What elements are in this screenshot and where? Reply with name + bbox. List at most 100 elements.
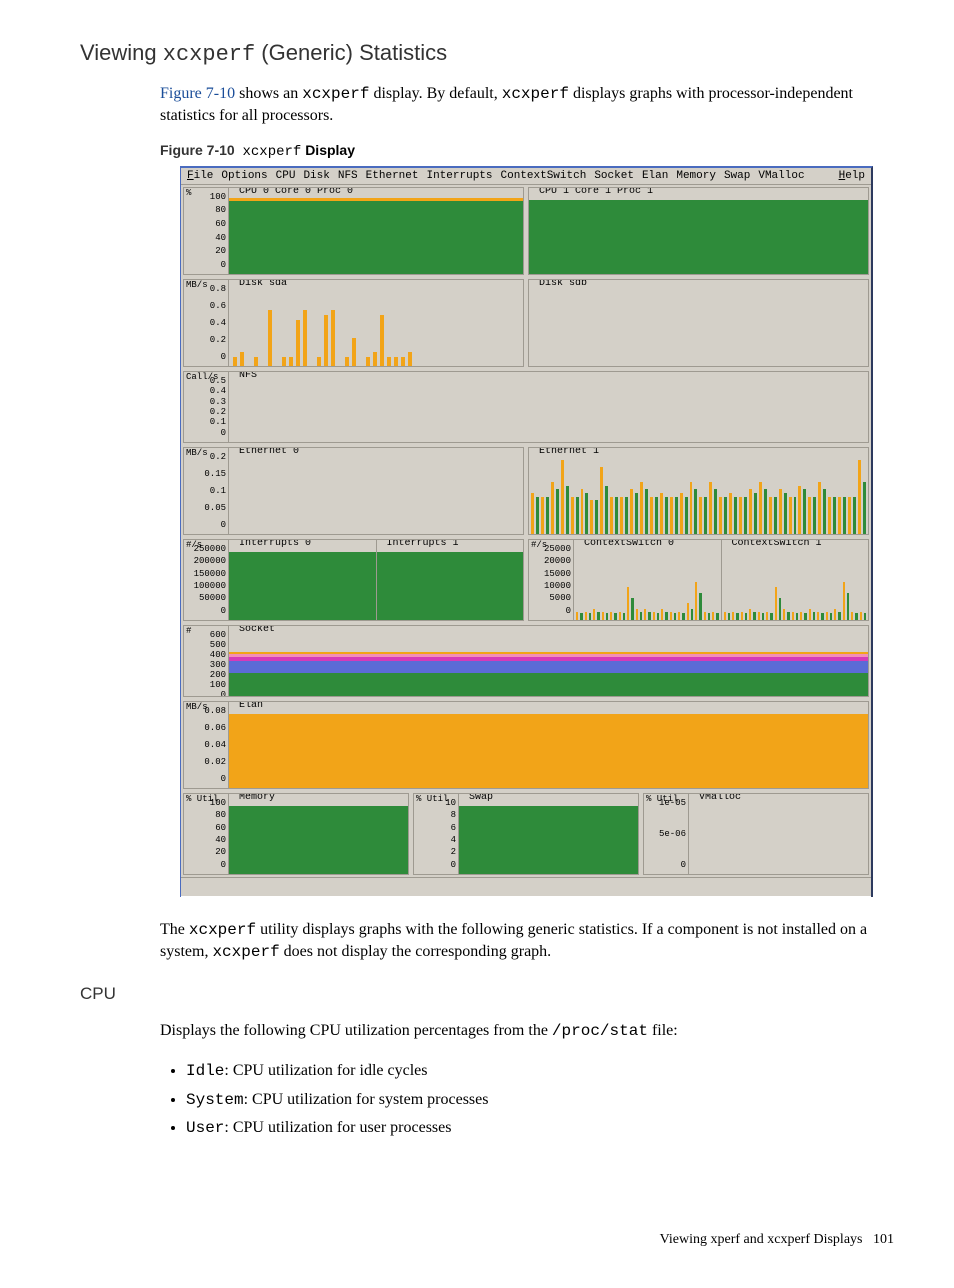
figure-code: xcxperf bbox=[242, 144, 301, 160]
bullet-user-code: User bbox=[186, 1119, 224, 1137]
menu-contextswitch[interactable]: ContextSwitch bbox=[501, 170, 587, 182]
panel-cpu0: % 100 80 60 40 20 0 CPU 0 Core 0 Proc 0 bbox=[183, 187, 524, 275]
panel-interrupts: #/s 250000 200000 150000 100000 50000 0 … bbox=[183, 539, 524, 621]
bullet-system: System: CPU utilization for system proce… bbox=[186, 1087, 894, 1114]
panel-cpu1: CPU 1 Core 1 Proc 1 bbox=[528, 187, 869, 275]
eth1-bars bbox=[529, 460, 868, 534]
figure-link[interactable]: Figure 7-10 bbox=[160, 85, 235, 102]
panel-disk-sda: MB/s 0.8 0.6 0.4 0.2 0 Disk sda bbox=[183, 279, 524, 367]
menu-vmalloc[interactable]: VMalloc bbox=[758, 170, 804, 182]
section-heading: Viewing xcxperf (Generic) Statistics bbox=[80, 40, 894, 67]
ytick: 0.15 bbox=[204, 469, 226, 479]
ytick: 40 bbox=[215, 835, 226, 845]
menu-cpu[interactable]: CPU bbox=[276, 170, 296, 182]
legend-cpu1: CPU 1 Core 1 Proc 1 bbox=[537, 187, 655, 197]
ytick: 20000 bbox=[544, 556, 571, 566]
menu-help[interactable]: HHelpelp bbox=[839, 170, 865, 182]
cpu-subheading: CPU bbox=[80, 984, 894, 1004]
ytick: 150000 bbox=[194, 569, 226, 579]
ytick: 0 bbox=[221, 520, 226, 530]
menu-options[interactable]: Options bbox=[221, 170, 267, 182]
ytick: 500 bbox=[210, 640, 226, 650]
post-fig-paragraph: The xcxperf utility displays graphs with… bbox=[160, 919, 894, 964]
ytick: 15000 bbox=[544, 569, 571, 579]
panel-nfs: Call/s 0.5 0.4 0.3 0.2 0.1 0 NFS bbox=[183, 371, 869, 443]
panel-swap: % Util 10 8 6 4 2 0 Swap bbox=[413, 793, 639, 875]
legend-csw0: ContextSwitch 0 bbox=[582, 539, 676, 549]
intro-t1: shows an bbox=[235, 85, 302, 102]
ylabel-csw: #/s bbox=[531, 540, 547, 550]
legend-intr1: Interrupts 1 bbox=[385, 539, 461, 549]
legend-socket: Socket bbox=[237, 625, 277, 635]
ytick: 0.04 bbox=[204, 740, 226, 750]
menu-swap[interactable]: Swap bbox=[724, 170, 750, 182]
ytick: 8 bbox=[451, 810, 456, 820]
menu-ethernet[interactable]: Ethernet bbox=[366, 170, 419, 182]
ytick: 0 bbox=[681, 860, 686, 870]
panel-eth0: MB/s 0.2 0.15 0.1 0.05 0 Ethernet 0 bbox=[183, 447, 524, 535]
menu-elan[interactable]: Elan bbox=[642, 170, 668, 182]
ytick: 80 bbox=[215, 810, 226, 820]
menu-disk[interactable]: Disk bbox=[303, 170, 329, 182]
ytick: 60 bbox=[215, 823, 226, 833]
ytick: 0 bbox=[566, 606, 571, 616]
ylabel-intr: #/s bbox=[186, 540, 202, 550]
panel-memory: % Util 100 80 60 40 20 0 Memory bbox=[183, 793, 409, 875]
intro-code2: xcxperf bbox=[502, 85, 569, 103]
heading-code: xcxperf bbox=[163, 42, 255, 67]
ytick: 0 bbox=[221, 352, 226, 362]
bullet-system-code: System bbox=[186, 1091, 244, 1109]
ylabel-mem: % Util bbox=[186, 794, 218, 804]
pf-t3: does not display the corresponding graph… bbox=[280, 943, 552, 960]
ytick: 300 bbox=[210, 660, 226, 670]
ylabel-cpu0: % bbox=[186, 188, 191, 198]
ytick: 0 bbox=[221, 428, 226, 438]
legend-intr0: Interrupts 0 bbox=[237, 539, 313, 549]
intro-code1: xcxperf bbox=[302, 85, 369, 103]
bullet-system-text: : CPU utilization for system processes bbox=[244, 1091, 489, 1108]
ytick: 0 bbox=[221, 774, 226, 784]
figure-suffix: Display bbox=[305, 142, 355, 158]
intro-t2: display. By default, bbox=[369, 85, 501, 102]
ytick: 0.06 bbox=[204, 723, 226, 733]
cpu-intro: Displays the following CPU utilization p… bbox=[160, 1020, 894, 1042]
legend-cpu0: CPU 0 Core 0 Proc 0 bbox=[237, 187, 355, 197]
menu-file[interactable]: FFileile bbox=[187, 170, 213, 182]
ytick: 0.02 bbox=[204, 757, 226, 767]
bullet-idle-code: Idle bbox=[186, 1062, 224, 1080]
pf-t1: The bbox=[160, 921, 189, 938]
legend-nfs: NFS bbox=[237, 371, 259, 381]
ytick: 0.2 bbox=[210, 452, 226, 462]
cpu-intro-code: /proc/stat bbox=[552, 1022, 648, 1040]
panel-elan: MB/s 0.08 0.06 0.04 0.02 0 Elan bbox=[183, 701, 869, 789]
bullet-user: User: CPU utilization for user processes bbox=[186, 1115, 894, 1142]
pf-code1: xcxperf bbox=[189, 921, 256, 939]
cpu-bullet-list: Idle: CPU utilization for idle cycles Sy… bbox=[160, 1058, 894, 1142]
menu-nfs[interactable]: NFS bbox=[338, 170, 358, 182]
ytick: 0.2 bbox=[210, 335, 226, 345]
ytick: 5e-06 bbox=[659, 829, 686, 839]
ytick: 200000 bbox=[194, 556, 226, 566]
ytick: 2 bbox=[451, 847, 456, 857]
ytick: 0 bbox=[221, 690, 226, 697]
menu-bar: FFileile Options CPU Disk NFS Ethernet I… bbox=[181, 168, 871, 185]
page-footer: Viewing xperf and xcxperf Displays 101 bbox=[80, 1232, 894, 1248]
menu-interrupts[interactable]: Interrupts bbox=[426, 170, 492, 182]
ytick: 80 bbox=[215, 205, 226, 215]
legend-eth0: Ethernet 0 bbox=[237, 447, 301, 457]
legend-eth1: Ethernet 1 bbox=[537, 447, 601, 457]
ytick: 400 bbox=[210, 650, 226, 660]
menu-socket[interactable]: Socket bbox=[594, 170, 634, 182]
ytick: 100 bbox=[210, 192, 226, 202]
heading-suffix: (Generic) Statistics bbox=[255, 40, 447, 65]
bullet-idle-text: : CPU utilization for idle cycles bbox=[224, 1062, 427, 1079]
ylabel-swap: % Util bbox=[416, 794, 448, 804]
ytick: 40 bbox=[215, 233, 226, 243]
ytick: 0.1 bbox=[210, 417, 226, 427]
legend-mem: Memory bbox=[237, 793, 277, 803]
menu-memory[interactable]: Memory bbox=[676, 170, 716, 182]
ytick: 0 bbox=[221, 260, 226, 270]
ytick: 0.4 bbox=[210, 318, 226, 328]
bullet-user-text: : CPU utilization for user processes bbox=[224, 1119, 451, 1136]
status-bar bbox=[181, 877, 871, 897]
